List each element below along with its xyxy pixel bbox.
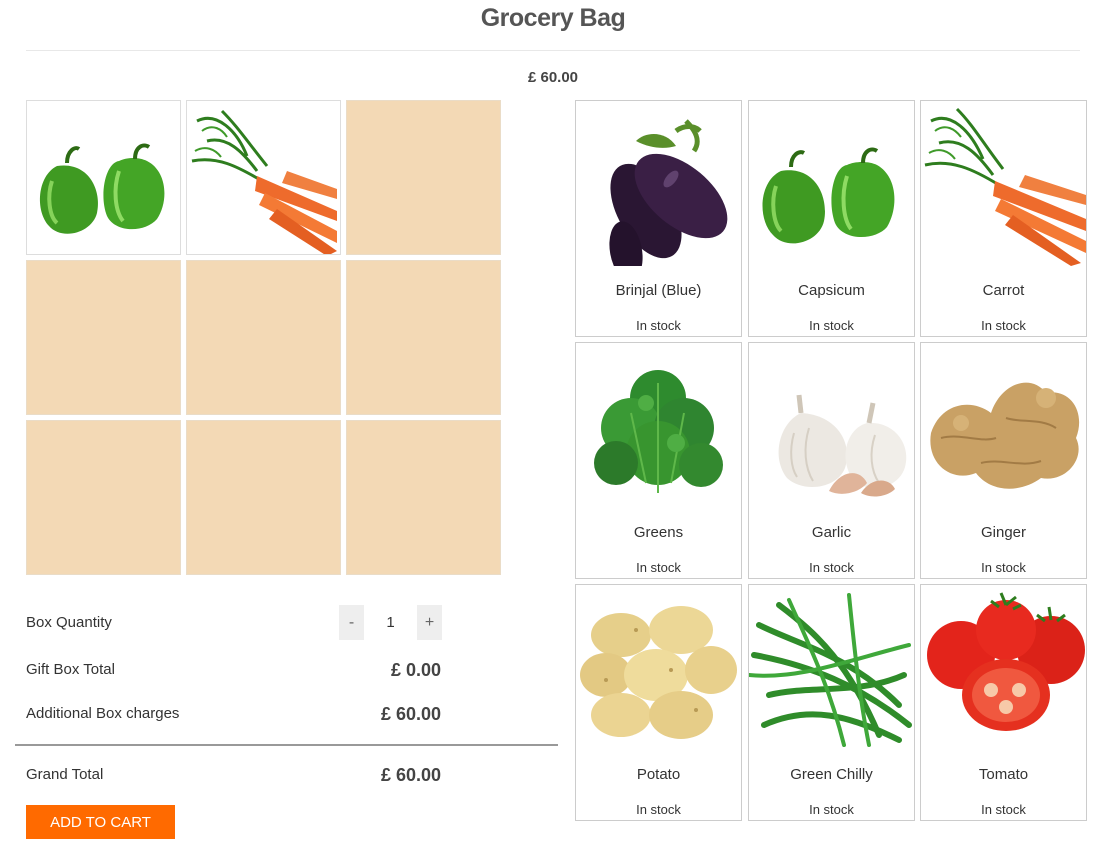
product-card-brinjal[interactable]: Brinjal (Blue) In stock — [575, 100, 742, 337]
garlic-image — [778, 394, 907, 497]
product-name: Tomato — [978, 766, 1029, 783]
page-title: Grocery Bag — [480, 4, 626, 32]
capsicum-image — [762, 147, 895, 244]
additional-charges-label: Additional Box charges — [26, 705, 180, 722]
title-divider — [26, 50, 1080, 51]
box-slot-6[interactable] — [346, 260, 501, 415]
stock-status: In stock — [809, 560, 854, 575]
product-name: Potato — [636, 766, 681, 783]
gift-box-total-value: £ 0.00 — [390, 660, 441, 680]
product-card-greens[interactable]: Greens In stock — [575, 342, 742, 579]
stock-status: In stock — [636, 318, 681, 333]
box-slot-8[interactable] — [186, 420, 341, 575]
capsicum-image — [39, 143, 165, 234]
product-card-garlic[interactable]: Garlic In stock — [748, 342, 915, 579]
box-slot-3[interactable] — [346, 100, 501, 255]
quantity-input[interactable] — [364, 605, 417, 640]
carrot-image — [191, 109, 337, 254]
quantity-stepper: - + — [339, 605, 442, 640]
product-card-carrot[interactable]: Carrot In stock — [920, 100, 1087, 337]
summary-divider — [15, 744, 558, 746]
grand-total-label: Grand Total — [26, 766, 104, 783]
greens-image — [594, 370, 723, 493]
product-name: Garlic — [811, 524, 852, 541]
increase-quantity-button[interactable]: + — [417, 605, 442, 640]
product-card-ginger[interactable]: Ginger In stock — [920, 342, 1087, 579]
product-card-tomato[interactable]: Tomato In stock — [920, 584, 1087, 821]
stock-status: In stock — [981, 318, 1026, 333]
stock-status: In stock — [636, 802, 681, 817]
product-name: Brinjal (Blue) — [615, 282, 702, 299]
product-card-capsicum[interactable]: Capsicum In stock — [748, 100, 915, 337]
carrot-image — [924, 107, 1086, 266]
box-slot-9[interactable] — [346, 420, 501, 575]
brinjal-image — [609, 119, 728, 266]
box-slot-1[interactable] — [26, 100, 181, 255]
product-name: Greens — [633, 524, 684, 541]
product-card-green-chilly[interactable]: Green Chilly In stock — [748, 584, 915, 821]
product-name: Green Chilly — [790, 766, 873, 783]
box-slot-4[interactable] — [26, 260, 181, 415]
box-price: £ 60.00 — [527, 69, 579, 86]
stock-status: In stock — [809, 802, 854, 817]
additional-charges-value: £ 60.00 — [380, 704, 441, 724]
gift-box-total-label: Gift Box Total — [26, 661, 115, 678]
stock-status: In stock — [636, 560, 681, 575]
product-name: Ginger — [980, 524, 1027, 541]
product-name: Capsicum — [798, 282, 865, 299]
product-name: Carrot — [982, 282, 1025, 299]
box-slot-2[interactable] — [186, 100, 341, 255]
stock-status: In stock — [809, 318, 854, 333]
box-quantity-label: Box Quantity — [26, 614, 112, 631]
box-slot-grid — [26, 100, 502, 576]
stock-status: In stock — [981, 802, 1026, 817]
product-card-potato[interactable]: Potato In stock — [575, 584, 742, 821]
add-to-cart-button[interactable]: ADD TO CART — [26, 805, 175, 839]
box-slot-5[interactable] — [186, 260, 341, 415]
green-chilly-image — [749, 593, 912, 747]
box-slot-7[interactable] — [26, 420, 181, 575]
stock-status: In stock — [981, 560, 1026, 575]
ginger-image — [930, 382, 1080, 489]
decrease-quantity-button[interactable]: - — [339, 605, 364, 640]
potato-image — [580, 606, 737, 739]
grand-total-value: £ 60.00 — [380, 765, 441, 785]
tomato-image — [927, 592, 1085, 731]
